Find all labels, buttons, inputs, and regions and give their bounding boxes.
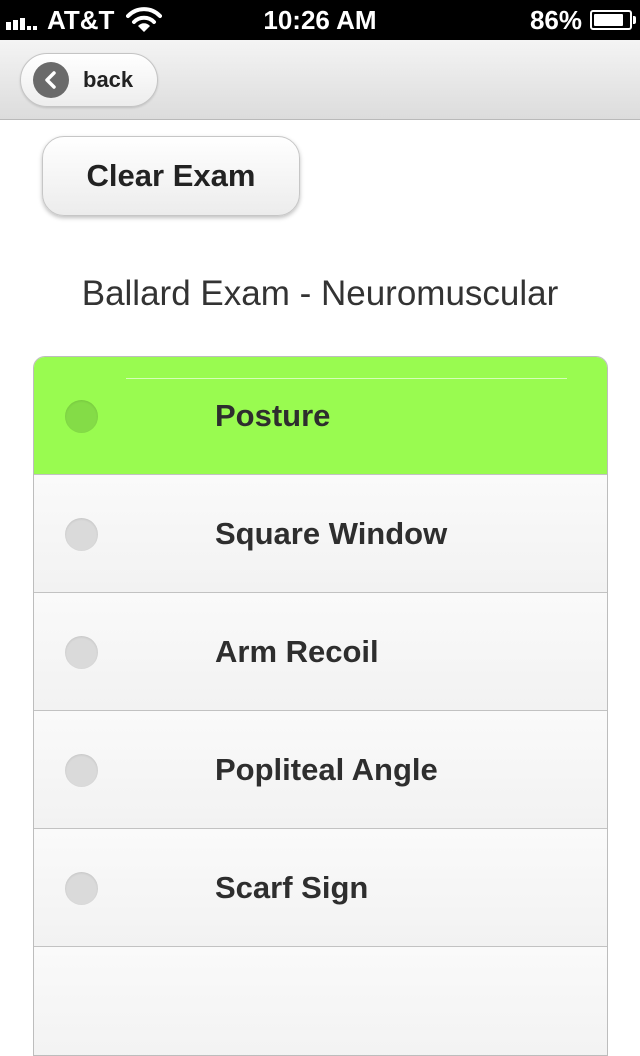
chevron-left-icon — [33, 62, 69, 98]
battery-icon — [590, 10, 636, 30]
radio-button[interactable] — [65, 636, 98, 669]
status-right: 86% — [529, 4, 636, 36]
radio-button[interactable] — [65, 400, 98, 433]
page-title: Ballard Exam - Neuromuscular — [81, 274, 559, 313]
list-item-label: Popliteal Angle — [215, 752, 438, 787]
back-button[interactable]: back — [20, 53, 158, 107]
back-label: back — [83, 67, 134, 92]
list-item-label: Scarf Sign — [215, 870, 369, 905]
nav-bar: back — [0, 40, 640, 120]
radio-button[interactable] — [65, 754, 98, 787]
radio-button[interactable] — [65, 872, 98, 905]
list-item-partial[interactable] — [34, 947, 607, 1055]
exam-list: Posture Square Window Arm Recoil Poplite… — [33, 356, 608, 1056]
list-item-label: Arm Recoil — [215, 634, 379, 669]
clear-exam-button[interactable]: Clear Exam — [42, 136, 300, 216]
list-item-label: Square Window — [215, 516, 448, 551]
status-bar: AT&T 10:26 AM 86% — [0, 0, 640, 40]
list-item-square-window[interactable]: Square Window — [34, 475, 607, 593]
list-item-arm-recoil[interactable]: Arm Recoil — [34, 593, 607, 711]
list-item-label: Posture — [215, 398, 331, 433]
radio-button[interactable] — [65, 518, 98, 551]
list-item-scarf-sign[interactable]: Scarf Sign — [34, 829, 607, 947]
list-item-popliteal-angle[interactable]: Popliteal Angle — [34, 711, 607, 829]
battery-percent: 86% — [529, 4, 582, 35]
list-item-posture[interactable]: Posture — [34, 357, 607, 475]
battery-fill — [594, 14, 623, 26]
